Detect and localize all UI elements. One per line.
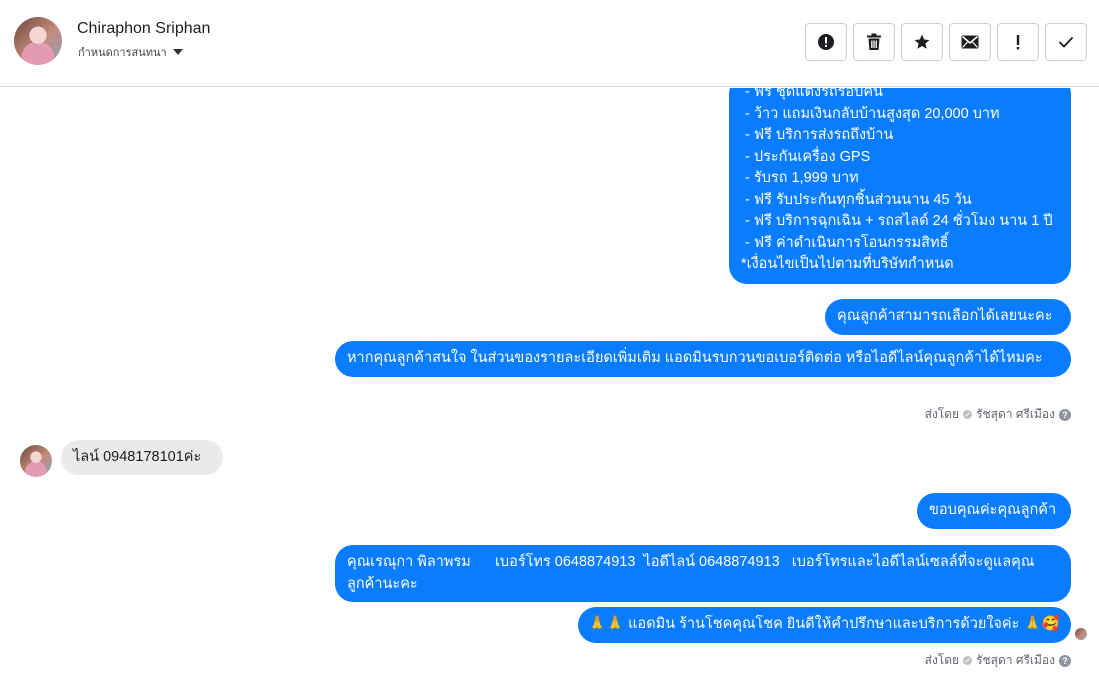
help-icon[interactable]: ? xyxy=(1059,408,1071,421)
promo-line: - ประกันเครื่อง GPS xyxy=(741,148,871,165)
trash-icon xyxy=(867,33,881,50)
promo-line: - ฟรี บริการฉุกเฉิน + รถสไลด์ 24 ชั่วโมง… xyxy=(741,213,1053,229)
help-icon[interactable]: ? xyxy=(1059,654,1071,667)
conversation-settings-label: กำหนดการสนทนา xyxy=(78,47,167,59)
promo-line: - ฟรี บริการส่งรถถึงบ้าน xyxy=(741,127,894,143)
sent-by-label: ส่งโดย xyxy=(924,407,960,421)
promo-line: *เงื่อนไขเป็นไปตามที่บริษัทกำหนด xyxy=(741,256,954,272)
signoff-text: แอดมิน ร้านโชคคุณโชค ยินดีให้คำปรึกษาและ… xyxy=(628,616,1020,632)
contact-avatar[interactable] xyxy=(14,17,62,65)
seen-avatar xyxy=(1074,627,1088,641)
message-thread[interactable]: - ฟรี ชุดแต่งรถรอบคัน - ว้าว แถมเงินกลับ… xyxy=(0,88,1099,699)
sent-by-indicator: ส่งโดย รัชสุดา ศรีเมือง ? xyxy=(925,405,1071,424)
agent-verified-icon xyxy=(963,656,973,665)
incoming-message-bubble: ไลน์ 0948178101ค่ะ xyxy=(61,440,223,475)
exclamation-icon xyxy=(1016,35,1020,50)
promo-line: - ว้าว แถมเงินกลับบ้านสูงสุด 20,000 บาท xyxy=(741,105,1000,122)
outgoing-message-bubble: คุณลูกค้าสามารถเลือกได้เลยนะคะ xyxy=(825,299,1071,335)
conversation-settings-dropdown[interactable]: กำหนดการสนทนา xyxy=(78,43,183,61)
mark-spam-button[interactable] xyxy=(805,23,847,61)
promo-message-bubble: - ฟรี ชุดแต่งรถรอบคัน - ว้าว แถมเงินกลับ… xyxy=(729,88,1071,284)
outgoing-message-bubble: หากคุณลูกค้าสนใจ ในส่วนของรายละเอียดเพิ่… xyxy=(335,341,1071,377)
promo-line: - ฟรี ค่าดำเนินการโอนกรรมสิทธิ์ xyxy=(741,234,949,251)
sent-by-indicator: ส่งโดย รัชสุดา ศรีเมือง ? xyxy=(925,651,1071,670)
contact-avatar-small[interactable] xyxy=(20,445,52,477)
checkmark-icon xyxy=(1058,36,1074,48)
caret-down-icon xyxy=(172,49,183,55)
star-icon xyxy=(914,34,930,49)
mark-important-button[interactable] xyxy=(997,23,1039,61)
conversation-header: Chiraphon Sriphan กำหนดการสนทนา xyxy=(0,0,1099,87)
pray-love-emoji: 🙏🥰 xyxy=(1023,616,1060,632)
alert-circle-icon xyxy=(818,34,834,50)
delete-button[interactable] xyxy=(853,23,895,61)
envelope-icon xyxy=(961,35,979,49)
mark-unread-button[interactable] xyxy=(949,23,991,61)
promo-line: - รับรถ 1,999 บาท xyxy=(741,170,859,186)
agent-verified-icon xyxy=(963,410,973,419)
sent-by-agent: รัชสุดา ศรีเมือง xyxy=(976,653,1055,667)
mark-done-button[interactable] xyxy=(1045,23,1087,61)
promo-line: - ฟรี ชุดแต่งรถรอบคัน xyxy=(741,88,883,100)
outgoing-message-bubble: ขอบคุณค่ะคุณลูกค้า xyxy=(917,493,1071,529)
outgoing-message-bubble: 🙏🙏 แอดมิน ร้านโชคคุณโชค ยินดีให้คำปรึกษา… xyxy=(578,607,1071,643)
sent-by-agent: รัชสุดา ศรีเมือง xyxy=(976,407,1055,421)
promo-line: - ฟรี รับประกันทุกชิ้นส่วนนาน 45 วัน xyxy=(741,191,972,208)
outgoing-message-bubble: คุณเรณุกา พิลาพรม เบอร์โทร 0648874913 ไอ… xyxy=(335,545,1071,602)
sent-by-label: ส่งโดย xyxy=(924,653,960,667)
contact-name[interactable]: Chiraphon Sriphan xyxy=(77,20,210,38)
star-button[interactable] xyxy=(901,23,943,61)
pray-emoji: 🙏🙏 xyxy=(588,616,625,632)
